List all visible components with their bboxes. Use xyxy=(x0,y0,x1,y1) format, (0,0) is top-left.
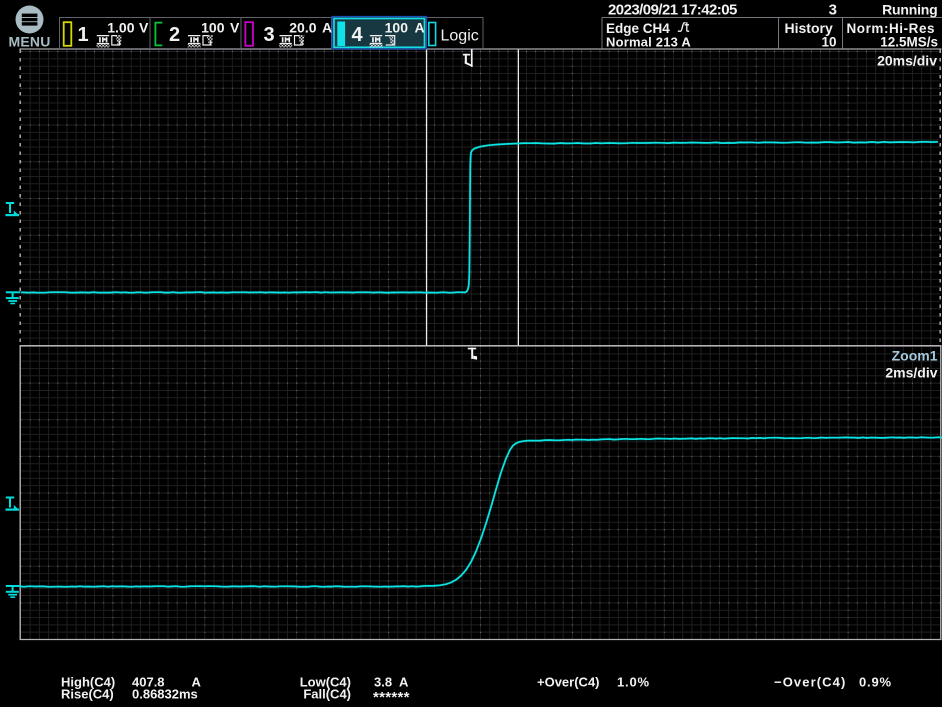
svg-text:******: ****** xyxy=(373,689,410,706)
svg-text:2ms/div: 2ms/div xyxy=(885,365,937,381)
svg-text:Fall(C4): Fall(C4) xyxy=(303,687,351,702)
svg-text:Rise(C4): Rise(C4) xyxy=(61,687,114,702)
svg-text:V: V xyxy=(139,19,149,35)
svg-text:+Over(C4): +Over(C4) xyxy=(537,674,600,689)
svg-text:2023/09/21 17:42:05: 2023/09/21 17:42:05 xyxy=(608,1,737,18)
svg-text:0.9%: 0.9% xyxy=(859,674,892,689)
svg-text:1.00: 1.00 xyxy=(107,19,134,35)
svg-text:Logic: Logic xyxy=(441,28,479,45)
svg-text:100: 100 xyxy=(201,19,225,35)
svg-text:V: V xyxy=(230,19,240,35)
svg-text:10: 10 xyxy=(821,35,836,50)
svg-text:1: 1 xyxy=(78,24,89,46)
svg-text:Normal 213 A: Normal 213 A xyxy=(606,34,691,49)
svg-text:A: A xyxy=(399,674,409,689)
svg-text:A: A xyxy=(322,19,332,35)
svg-text:A: A xyxy=(415,19,425,35)
svg-text:Zoom1: Zoom1 xyxy=(892,348,938,364)
svg-text:12.5MS/s: 12.5MS/s xyxy=(880,35,938,50)
svg-text:3.8: 3.8 xyxy=(374,674,392,689)
svg-text:1.0%: 1.0% xyxy=(617,674,650,689)
svg-text:MENU: MENU xyxy=(8,34,50,50)
svg-text:20.0: 20.0 xyxy=(289,19,316,35)
svg-text:0.86832ms: 0.86832ms xyxy=(132,687,198,702)
svg-text:20ms/div: 20ms/div xyxy=(877,53,937,69)
svg-text:3: 3 xyxy=(264,24,275,46)
svg-text:3: 3 xyxy=(829,1,837,18)
svg-text:−Over(C4): −Over(C4) xyxy=(774,674,846,689)
svg-text:100: 100 xyxy=(385,19,409,35)
svg-text:2: 2 xyxy=(169,24,180,46)
svg-text:4: 4 xyxy=(352,24,364,46)
svg-text:Running: Running xyxy=(882,1,937,17)
